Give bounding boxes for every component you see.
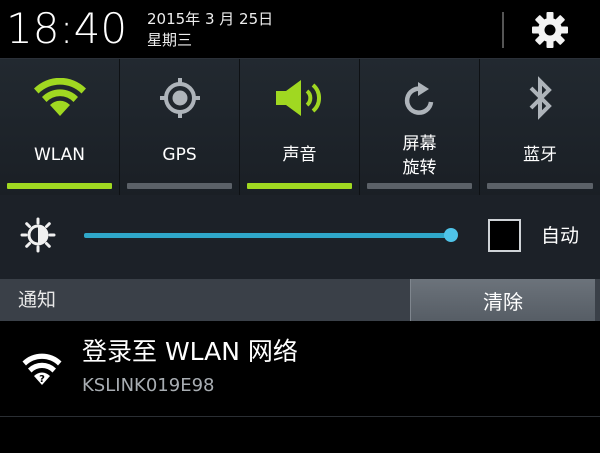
divider [0,416,600,417]
settings-button[interactable] [527,9,573,51]
toggle-indicator [7,183,112,189]
gear-icon [532,12,568,48]
brightness-slider-thumb[interactable] [444,228,458,242]
toggle-indicator [367,183,472,189]
auto-brightness-checkbox[interactable] [488,219,521,252]
wifi-icon [33,78,86,116]
toggle-label: WLAN [33,145,86,165]
auto-brightness-label: 自动 [541,225,580,247]
notifications-title: 通知 [18,289,57,311]
wifi-question-icon: ? [22,353,62,385]
brightness-slider[interactable] [84,233,453,238]
toggle-indicator [247,183,352,189]
toggle-bluetooth[interactable]: 蓝牙 [480,59,600,196]
divider [502,12,504,48]
notification-subtitle: KSLINK019E98 [82,375,215,396]
toggle-wlan[interactable]: WLAN [0,59,120,196]
rotate-icon [404,82,433,115]
bluetooth-icon [529,76,552,120]
clock: 18:40 [6,4,128,53]
toggle-gps[interactable]: GPS [120,59,240,196]
toggle-sound[interactable]: 声音 [240,59,360,196]
toggle-label-line1: 屏幕 [402,134,437,154]
toggle-label: 声音 [282,145,317,165]
weekday: 星期三 [147,31,193,49]
toggle-indicator [127,183,232,189]
notification-item[interactable] [0,321,600,417]
svg-text:?: ? [39,374,45,385]
toggle-label-line2: 旋转 [402,158,437,178]
toggle-screen-rotation[interactable]: 屏幕 旋转 [360,59,480,196]
date: 2015年 3 月 25日 [147,10,274,28]
notification-title: 登录至 WLAN 网络 [82,337,298,366]
clear-button[interactable]: 清除 [410,279,595,321]
sound-icon [275,80,321,116]
toggle-label: 蓝牙 [523,145,557,165]
toggle-label: GPS [162,145,197,165]
toggle-indicator [487,183,593,189]
brightness-icon [20,217,56,253]
gps-icon [159,78,200,118]
quick-settings-panel: WLAN GPS 声音 屏幕 旋转 蓝牙 [0,58,600,196]
